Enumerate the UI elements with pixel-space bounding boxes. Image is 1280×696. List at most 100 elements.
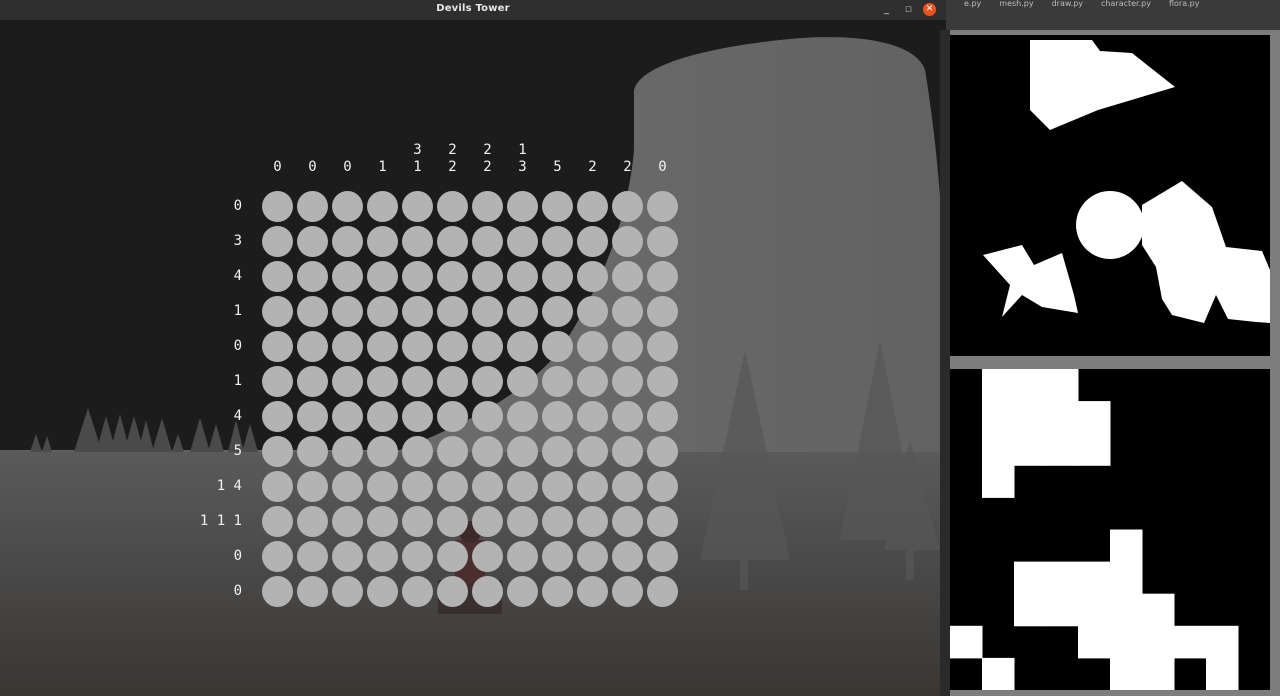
nonogram-cell[interactable] <box>612 331 643 362</box>
nonogram-cell[interactable] <box>262 191 293 222</box>
nonogram-cell[interactable] <box>367 226 398 257</box>
nonogram-cell[interactable] <box>542 261 573 292</box>
nonogram-cell[interactable] <box>507 401 538 432</box>
editor-tab[interactable]: draw.py <box>1052 0 1083 8</box>
nonogram-cell[interactable] <box>647 366 678 397</box>
nonogram-cell[interactable] <box>612 191 643 222</box>
nonogram-cell[interactable] <box>297 261 328 292</box>
nonogram-cell[interactable] <box>542 226 573 257</box>
nonogram-cell[interactable] <box>542 576 573 607</box>
nonogram-cell[interactable] <box>612 471 643 502</box>
nonogram-cell[interactable] <box>262 331 293 362</box>
nonogram-cell[interactable] <box>647 261 678 292</box>
nonogram-cell[interactable] <box>332 331 363 362</box>
nonogram-cell[interactable] <box>332 506 363 537</box>
nonogram-cell[interactable] <box>437 366 468 397</box>
nonogram-cell[interactable] <box>507 191 538 222</box>
nonogram-cell[interactable] <box>472 436 503 467</box>
editor-tab[interactable]: character.py <box>1101 0 1151 8</box>
nonogram-cell[interactable] <box>472 471 503 502</box>
nonogram-cell[interactable] <box>647 436 678 467</box>
nonogram-cell[interactable] <box>402 191 433 222</box>
nonogram-cell[interactable] <box>402 401 433 432</box>
nonogram-cell[interactable] <box>542 331 573 362</box>
nonogram-cell[interactable] <box>437 576 468 607</box>
nonogram-cell[interactable] <box>472 296 503 327</box>
nonogram-cell[interactable] <box>402 471 433 502</box>
nonogram-cell[interactable] <box>647 471 678 502</box>
nonogram-cell[interactable] <box>472 331 503 362</box>
nonogram-cell[interactable] <box>472 366 503 397</box>
nonogram-cell[interactable] <box>332 541 363 572</box>
nonogram-cell[interactable] <box>402 576 433 607</box>
nonogram-cell[interactable] <box>367 191 398 222</box>
nonogram-cell[interactable] <box>402 506 433 537</box>
nonogram-cell[interactable] <box>542 541 573 572</box>
nonogram-cell[interactable] <box>437 261 468 292</box>
nonogram-cell[interactable] <box>437 541 468 572</box>
nonogram-cell[interactable] <box>507 261 538 292</box>
nonogram-cell[interactable] <box>472 191 503 222</box>
nonogram-cell[interactable] <box>332 436 363 467</box>
nonogram-cell[interactable] <box>542 191 573 222</box>
nonogram-cell[interactable] <box>507 331 538 362</box>
nonogram-cell[interactable] <box>612 366 643 397</box>
nonogram-cell[interactable] <box>612 576 643 607</box>
nonogram-cell[interactable] <box>507 506 538 537</box>
nonogram-cell[interactable] <box>297 331 328 362</box>
nonogram-cell[interactable] <box>647 541 678 572</box>
nonogram-cell[interactable] <box>367 296 398 327</box>
nonogram-cell[interactable] <box>262 261 293 292</box>
nonogram-cell[interactable] <box>472 261 503 292</box>
nonogram-cell[interactable] <box>647 296 678 327</box>
nonogram-cell[interactable] <box>647 226 678 257</box>
nonogram-cell[interactable] <box>612 226 643 257</box>
nonogram-cell[interactable] <box>577 576 608 607</box>
nonogram-cell[interactable] <box>367 471 398 502</box>
nonogram-cell[interactable] <box>577 541 608 572</box>
nonogram-cell[interactable] <box>647 191 678 222</box>
nonogram-cell[interactable] <box>542 436 573 467</box>
nonogram-cell[interactable] <box>577 401 608 432</box>
nonogram-cell[interactable] <box>577 296 608 327</box>
nonogram-cell[interactable] <box>297 191 328 222</box>
nonogram-cell[interactable] <box>577 506 608 537</box>
nonogram-cell[interactable] <box>402 261 433 292</box>
nonogram-cell[interactable] <box>612 296 643 327</box>
nonogram-cell[interactable] <box>437 226 468 257</box>
nonogram-cell[interactable] <box>577 436 608 467</box>
nonogram-cell[interactable] <box>437 436 468 467</box>
nonogram-cell[interactable] <box>612 401 643 432</box>
nonogram-cell[interactable] <box>262 436 293 467</box>
nonogram-cell[interactable] <box>577 226 608 257</box>
nonogram-cell[interactable] <box>542 401 573 432</box>
nonogram-cell[interactable] <box>262 541 293 572</box>
nonogram-cell[interactable] <box>437 331 468 362</box>
nonogram-cell[interactable] <box>297 296 328 327</box>
nonogram-cell[interactable] <box>297 401 328 432</box>
nonogram-cell[interactable] <box>402 541 433 572</box>
nonogram-cell[interactable] <box>367 436 398 467</box>
nonogram-cell[interactable] <box>367 331 398 362</box>
nonogram-cell[interactable] <box>367 401 398 432</box>
nonogram-cell[interactable] <box>297 541 328 572</box>
nonogram-cell[interactable] <box>577 366 608 397</box>
editor-tab[interactable]: e.py <box>964 0 981 8</box>
nonogram-cell[interactable] <box>262 366 293 397</box>
nonogram-cell[interactable] <box>332 471 363 502</box>
nonogram-cell[interactable] <box>332 296 363 327</box>
nonogram-cell[interactable] <box>437 471 468 502</box>
nonogram-cell[interactable] <box>647 506 678 537</box>
nonogram-cell[interactable] <box>332 401 363 432</box>
nonogram-cell[interactable] <box>332 576 363 607</box>
nonogram-cell[interactable] <box>402 296 433 327</box>
nonogram-cell[interactable] <box>577 331 608 362</box>
nonogram-cell[interactable] <box>577 261 608 292</box>
nonogram-cell[interactable] <box>577 471 608 502</box>
nonogram-cell[interactable] <box>507 471 538 502</box>
nonogram-cell[interactable] <box>297 471 328 502</box>
nonogram-cell[interactable] <box>507 541 538 572</box>
nonogram-cell[interactable] <box>437 296 468 327</box>
nonogram-cell[interactable] <box>472 576 503 607</box>
nonogram-cell[interactable] <box>402 366 433 397</box>
